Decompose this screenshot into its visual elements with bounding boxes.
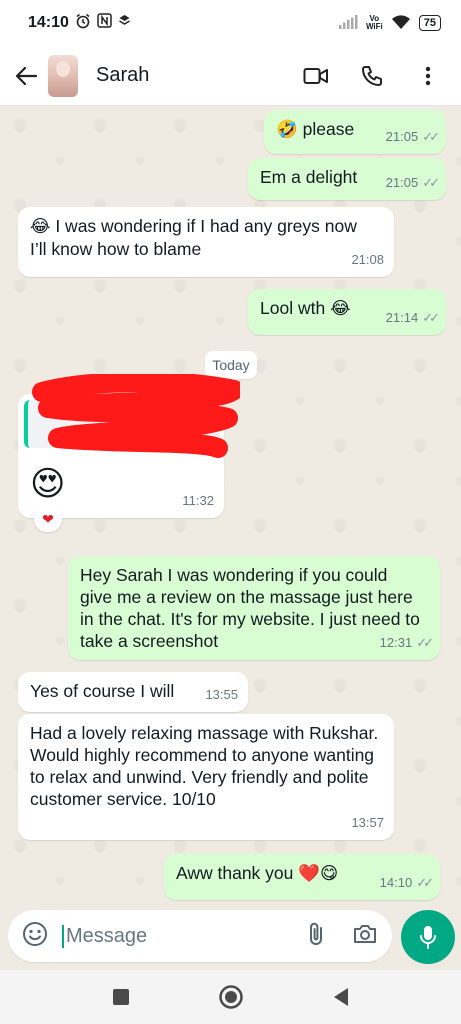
message-emoji: 😂 <box>330 299 351 319</box>
vowifi-bottom: WiFi <box>365 22 383 31</box>
message-outgoing[interactable]: Hey Sarah I was wondering if you could g… <box>68 556 440 660</box>
double-check-icon: ✓✓ <box>422 310 440 325</box>
message-text: I was wondering if I had any greys now I… <box>30 216 357 259</box>
message-time: 21:14 <box>385 310 419 325</box>
message-emoji: 🤣 <box>276 120 298 140</box>
back-arrow-icon[interactable] <box>12 62 40 90</box>
nfc-icon <box>97 13 112 33</box>
message-text: Aww thank you <box>176 863 294 883</box>
message-text: Lool wth <box>260 298 326 318</box>
battery-indicator: 75 <box>418 15 441 31</box>
message-text: please <box>302 119 355 139</box>
redaction-scribble <box>32 374 240 458</box>
message-meta: 13:55 <box>205 684 238 706</box>
double-check-icon: ✓✓ <box>416 875 434 890</box>
message-time: 21:08 <box>351 252 384 267</box>
message-time: 12:31 <box>379 635 413 650</box>
message-time: 13:55 <box>205 687 238 702</box>
paperclip-icon[interactable] <box>306 921 326 952</box>
back-triangle-icon[interactable] <box>327 983 355 1011</box>
message-input-pill <box>8 910 392 962</box>
home-circle-icon[interactable] <box>217 983 245 1011</box>
camera-icon[interactable] <box>352 923 378 950</box>
message-emoji: 😍 <box>30 464 66 504</box>
message-text: Had a lovely relaxing massage with Ruksh… <box>30 723 379 809</box>
message-meta: 21:08 <box>351 249 384 271</box>
message-composer <box>0 908 461 970</box>
video-call-icon[interactable] <box>303 63 329 89</box>
message-meta: 13:57 <box>351 812 384 834</box>
heart-reaction[interactable]: ❤ <box>34 506 62 532</box>
avatar[interactable] <box>48 54 78 97</box>
app-notification-icon <box>118 14 131 32</box>
message-meta: 21:05 ✓✓ <box>385 126 440 148</box>
message-meta: 11:32 <box>182 490 214 512</box>
message-text: Yes of course I will <box>30 681 175 701</box>
message-incoming[interactable]: Had a lovely relaxing massage with Ruksh… <box>18 714 394 840</box>
emoji-icon[interactable] <box>22 921 48 952</box>
status-time: 14:10 <box>28 14 69 31</box>
phone-call-icon[interactable] <box>359 63 385 89</box>
recents-square-icon[interactable] <box>107 983 135 1011</box>
message-emoji: ❤️😋 <box>298 864 339 884</box>
more-options-icon[interactable] <box>415 63 441 89</box>
message-incoming[interactable]: Yes of course I will 13:55 <box>18 672 248 712</box>
message-text: Hey Sarah I was wondering if you could g… <box>80 565 420 651</box>
message-meta: 21:05 ✓✓ <box>385 172 440 194</box>
message-text: Em a delight <box>260 167 358 187</box>
double-check-icon: ✓✓ <box>422 129 440 144</box>
double-check-icon: ✓✓ <box>416 635 434 650</box>
system-nav-bar <box>0 970 461 1024</box>
message-time: 21:05 <box>385 175 419 190</box>
message-emoji: 😂 <box>30 217 51 237</box>
microphone-icon <box>420 926 436 949</box>
wifi-icon <box>391 14 411 33</box>
message-meta: 12:31 ✓✓ <box>379 632 434 654</box>
header-actions <box>303 63 449 89</box>
composer-actions <box>306 921 378 952</box>
double-check-icon: ✓✓ <box>422 175 440 190</box>
chat-area[interactable]: 🤣 please 21:05 ✓✓ Em a delight 21:05 ✓✓ … <box>0 106 461 908</box>
status-bar: 14:10 Vo WiFi 75 <box>0 0 461 46</box>
status-right: Vo WiFi 75 <box>338 14 441 33</box>
signal-icon <box>338 14 358 32</box>
message-time: 14:10 <box>379 875 413 890</box>
message-meta: 14:10 ✓✓ <box>379 872 434 894</box>
message-outgoing[interactable]: 🤣 please 21:05 ✓✓ <box>264 110 446 154</box>
message-outgoing[interactable]: Aww thank you ❤️😋 14:10 ✓✓ <box>164 854 440 900</box>
status-left: 14:10 <box>28 13 131 34</box>
contact-name[interactable]: Sarah <box>96 64 149 87</box>
alarm-icon <box>75 13 91 34</box>
message-input[interactable] <box>62 924 282 948</box>
message-meta: 21:14 ✓✓ <box>385 307 440 329</box>
microphone-button[interactable] <box>401 910 455 964</box>
message-time: 21:05 <box>385 129 419 144</box>
vowifi-indicator: Vo WiFi <box>366 15 383 31</box>
message-outgoing[interactable]: Lool wth 😂 21:14 ✓✓ <box>248 289 446 335</box>
message-time: 13:57 <box>351 815 384 830</box>
message-time: 11:32 <box>182 493 214 508</box>
chat-header: Sarah <box>0 46 461 106</box>
message-incoming[interactable]: 😂 I was wondering if I had any greys now… <box>18 207 394 277</box>
message-outgoing[interactable]: Em a delight 21:05 ✓✓ <box>248 158 446 200</box>
